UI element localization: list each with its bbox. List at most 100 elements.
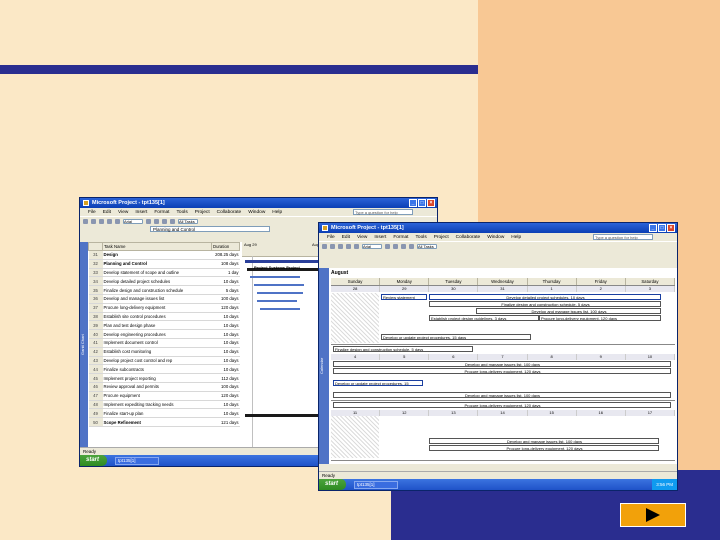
duration-cell[interactable]: 10 days [211,356,240,366]
next-slide-button[interactable] [620,503,686,527]
task-bar[interactable] [257,292,303,294]
duration-cell[interactable]: 100 days [211,294,240,304]
close-button[interactable]: × [427,199,435,207]
plus-icon[interactable] [99,218,104,224]
table-row[interactable]: 41 Implement document control 10 days [88,338,240,348]
view-bar-label[interactable]: Calendar [319,268,329,464]
task-name-cell[interactable]: Establish cost monitoring [102,347,212,357]
calendar-event[interactable]: Develop detailed project schedules, 10 d… [429,294,661,300]
task-bar[interactable] [254,284,304,286]
menu-item[interactable]: View [357,235,367,240]
calendar-event[interactable]: Develop and manage issues list, 100 days [333,392,671,398]
menu-item[interactable]: Insert [135,210,147,215]
calendar-event[interactable]: Finalize design and construction schedul… [429,301,661,307]
table-row[interactable]: 37 Procure long-delivery equipment 120 day… [88,303,240,313]
ask-question-box[interactable]: Type a question for help [593,234,653,240]
menu-item[interactable]: Edit [103,210,111,215]
task-name-cell[interactable]: Finalize subcontracts [102,364,212,375]
duration-cell[interactable]: 10 days [211,408,240,419]
calendar-event[interactable]: Develop and manage issues list, 100 days [333,361,671,367]
table-row[interactable]: 44 Finalize subcontracts 10 days [88,364,240,375]
arrow-icon[interactable] [83,218,88,224]
plus-icon[interactable] [338,243,343,249]
bold-icon[interactable] [146,218,151,224]
italic-icon[interactable] [393,243,398,249]
duration-cell[interactable]: 208.25 days [211,250,240,260]
duration-cell[interactable]: 10 days [211,276,240,287]
font-select[interactable]: Arial [362,243,382,249]
task-name-cell[interactable]: Design [102,250,212,260]
calendar-view[interactable]: Calendar August Sunday Monday Tuesday Wedne… [319,268,677,464]
calendar-event[interactable]: Review statement [381,294,427,300]
task-name-cell[interactable]: Implement expediting tracking needs [102,400,212,410]
duration-cell[interactable]: 10 days [211,320,240,331]
duration-cell[interactable]: 100 days [211,382,240,392]
duration-cell[interactable]: 120 days [211,303,240,313]
maximize-button[interactable]: □ [658,224,666,232]
entry-field[interactable]: Planning and Control [150,226,270,232]
menu-item[interactable]: Help [272,210,282,215]
duration-cell[interactable]: 10 days [211,400,240,410]
duration-cell[interactable]: 121 days [211,417,240,427]
table-row[interactable]: 39 Plan and test design phase 10 days [88,320,240,331]
task-name-cell[interactable]: Develop project cost control and rep [102,356,212,366]
table-row[interactable]: 33 Develop statement of scope and outline… [88,268,240,278]
task-bar[interactable] [250,276,300,278]
menu-item[interactable]: Format [393,235,408,240]
arrow-icon[interactable] [91,218,96,224]
task-name-cell[interactable]: Develop statement of scope and outline [102,268,212,278]
taskbar-item[interactable]: tpt135[1] [354,480,399,489]
menu-item[interactable]: Collaborate [456,235,481,240]
duration-header[interactable]: Duration [211,242,240,251]
task-name-header[interactable]: Task Name [102,242,212,251]
table-row[interactable]: 48 Implement expediting tracking needs 10 … [88,400,240,410]
calendar-event[interactable]: Develop and manage issues list, 100 days [429,438,659,444]
menu-item[interactable]: Tools [177,210,188,215]
table-row[interactable]: 40 Develop engineering procedures 10 days [88,329,240,339]
menu-item[interactable]: File [88,210,96,215]
duration-cell[interactable]: 10 days [211,312,240,322]
task-name-cell[interactable]: Finalize start-up plan [102,408,212,419]
table-row[interactable]: 45 Implement project reporting 112 days [88,373,240,383]
menu-item[interactable]: View [118,210,128,215]
show-icon[interactable] [115,218,120,224]
font-select[interactable]: Arial [123,218,143,224]
calendar-week[interactable]: Procure long-delivery equipment, 120 day… [331,402,675,461]
arrow-icon[interactable] [322,243,327,249]
table-row[interactable]: 49 Finalize start-up plan 10 days [88,408,240,419]
task-table[interactable]: Task Name Duration 31 Design 208.25 days 32… [88,242,240,427]
table-row[interactable]: 32 Planning and Control 108 days [88,259,240,269]
menu-item[interactable]: Collaborate [217,210,242,215]
close-button[interactable]: × [667,224,675,232]
table-row[interactable]: 42 Establish cost monitoring 10 days [88,347,240,357]
duration-cell[interactable]: 108 days [211,259,240,269]
calendar-window[interactable]: Microsoft Project - tpt135[1] _ □ × File… [318,222,678,491]
table-row[interactable]: 46 Review approval and permits 100 days [88,382,240,392]
duration-cell[interactable]: 10 days [211,329,240,339]
underline-icon[interactable] [401,243,406,249]
menu-item[interactable]: Format [154,210,169,215]
task-name-cell[interactable]: Develop engineering procedures [102,329,212,339]
table-row[interactable]: 31 Design 208.25 days [88,250,240,260]
duration-cell[interactable]: 112 days [211,373,240,383]
calendar-week[interactable]: Finalize design and construction schedul… [331,346,675,401]
maximize-button[interactable]: □ [418,199,426,207]
task-name-cell[interactable]: Implement document control [102,338,212,348]
table-row[interactable]: 50 Scope Refinement 121 days [88,417,240,427]
task-bar[interactable] [257,300,297,302]
minus-icon[interactable] [346,243,351,249]
menu-item[interactable]: Project [434,235,449,240]
table-row[interactable]: 35 Finalize design and construction sched… [88,285,240,295]
menu-item[interactable]: Help [511,235,521,240]
menu-item[interactable]: Tools [416,235,427,240]
ask-question-box[interactable]: Type a question for help [353,209,413,215]
task-name-cell[interactable]: Implement project reporting [102,373,212,383]
calendar-event[interactable]: Procure long-delivery equipment, 120 day… [429,445,659,451]
table-row[interactable]: 36 Develop and manage issues list 100 days [88,294,240,304]
table-row[interactable]: 43 Develop project cost control and rep 10… [88,356,240,366]
table-row[interactable]: 47 Procure equipment 120 days [88,391,240,401]
view-bar-label[interactable]: Gantt Chart [80,242,88,448]
filter-select[interactable]: All Tasks [417,243,437,249]
align-icon[interactable] [409,243,414,249]
calendar-event[interactable]: Procure long-delivery equipment, 120 day… [333,368,671,374]
